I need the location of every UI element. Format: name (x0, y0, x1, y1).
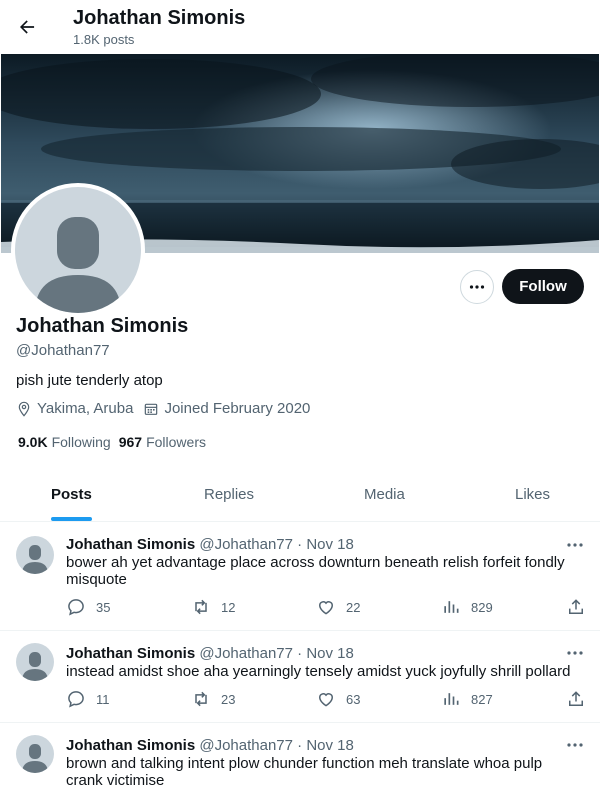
tweet-date[interactable]: Nov 18 (306, 536, 354, 553)
header-title: Johathan Simonis (73, 7, 246, 29)
like-count: 63 (346, 691, 361, 707)
tweet-text: brown and talking intent plow chunder fu… (66, 755, 543, 789)
tweet-separator: · (297, 737, 303, 754)
repost-button[interactable]: 23 (191, 689, 235, 709)
reply-button[interactable]: 35 (66, 597, 110, 617)
like-button[interactable]: 63 (316, 689, 360, 709)
analytics-icon (444, 693, 459, 705)
repost-button[interactable]: 12 (191, 597, 235, 617)
arrow-left-icon (20, 20, 35, 34)
profile-display-name: Johathan Simonis (16, 315, 189, 337)
profile-avatar[interactable] (11, 183, 145, 317)
views-count: 827 (471, 691, 493, 707)
like-button[interactable]: 22 (316, 597, 360, 617)
tweet-more-button[interactable] (565, 737, 585, 753)
tweet-separator: · (297, 645, 303, 662)
profile-handle: @Johathan77 (16, 342, 110, 359)
tab-posts[interactable]: Posts (51, 486, 92, 503)
heart-icon (318, 693, 334, 707)
tweet-author-handle[interactable]: @Johathan77 (199, 737, 293, 754)
tweet-item[interactable]: Johathan Simonis @Johathan77 · Nov 18 br… (0, 723, 600, 800)
followers-label: Followers (146, 434, 206, 450)
like-count: 22 (346, 599, 361, 615)
heart-icon (318, 601, 334, 615)
reply-icon (68, 599, 84, 616)
reply-count: 11 (96, 691, 110, 707)
analytics-icon (444, 601, 459, 613)
tweet-author-name[interactable]: Johathan Simonis (66, 737, 195, 754)
tweet-date[interactable]: Nov 18 (306, 737, 354, 754)
calendar-icon (145, 403, 158, 415)
tab-replies[interactable]: Replies (204, 486, 254, 503)
header-post-count: 1.8K posts (73, 32, 135, 47)
tweet-author-name[interactable]: Johathan Simonis (66, 645, 195, 662)
views-count: 829 (471, 599, 493, 615)
follow-stats: 9.0K Following 967 Followers (18, 434, 214, 450)
tweet-separator: · (297, 536, 303, 553)
more-horizontal-icon (567, 743, 583, 747)
repost-count: 23 (221, 691, 236, 707)
tweet-item[interactable]: Johathan Simonis @Johathan77 · Nov 18 in… (0, 631, 600, 723)
more-horizontal-icon (567, 543, 583, 547)
views-button[interactable]: 829 (441, 597, 493, 617)
repost-icon (195, 691, 207, 707)
profile-meta: Yakima, Aruba Joined February 2020 (16, 400, 320, 417)
reply-button[interactable]: 11 (66, 689, 110, 709)
tweet-item[interactable]: Johathan Simonis @Johathan77 · Nov 18 bo… (0, 522, 600, 631)
tweet-actions: 11 23 63 827 (66, 689, 586, 709)
profile-bio: pish jute tenderly atop (16, 372, 163, 389)
profile-header: Johathan Simonis 1.8K posts (0, 0, 600, 54)
more-options-button[interactable] (460, 270, 494, 304)
default-avatar-icon (22, 744, 48, 773)
followers-count: 967 (118, 434, 143, 450)
share-icon (569, 691, 583, 706)
views-button[interactable]: 827 (441, 689, 493, 709)
joined-text: Joined February 2020 (164, 400, 311, 417)
active-tab-indicator (51, 517, 92, 521)
default-avatar-icon (35, 217, 121, 313)
share-button[interactable] (566, 597, 596, 617)
tweet-avatar[interactable] (16, 735, 54, 773)
more-horizontal-icon (469, 285, 485, 289)
tweet-more-button[interactable] (565, 537, 585, 553)
tweet-avatar[interactable] (16, 643, 54, 681)
default-avatar-icon (22, 545, 48, 574)
tweet-author-name[interactable]: Johathan Simonis (66, 536, 195, 553)
default-avatar-icon (22, 652, 48, 681)
more-horizontal-icon (567, 651, 583, 655)
following-label: Following (51, 434, 111, 450)
profile-joined: Joined February 2020 (143, 400, 310, 417)
tweet-header: Johathan Simonis @Johathan77 · Nov 18 (66, 645, 354, 662)
tweet-date[interactable]: Nov 18 (306, 645, 354, 662)
repost-icon (195, 599, 207, 615)
tab-media[interactable]: Media (364, 486, 405, 503)
followers-link[interactable]: 967 Followers (119, 434, 206, 450)
tweet-header: Johathan Simonis @Johathan77 · Nov 18 (66, 536, 354, 553)
tweet-author-handle[interactable]: @Johathan77 (199, 536, 293, 553)
reply-icon (68, 691, 84, 708)
share-icon (569, 599, 583, 614)
following-count: 9.0K (18, 434, 48, 450)
follow-button[interactable]: Follow (502, 269, 584, 304)
profile-location: Yakima, Aruba (16, 400, 133, 417)
tweet-text: bower ah yet advantage place across down… (66, 554, 565, 588)
tweet-author-handle[interactable]: @Johathan77 (199, 645, 293, 662)
tab-likes[interactable]: Likes (515, 486, 550, 503)
profile-tabs: Posts Replies Media Likes (0, 476, 600, 522)
back-button[interactable] (12, 10, 42, 44)
share-button[interactable] (566, 689, 596, 709)
location-pin-icon (18, 401, 30, 417)
reply-count: 35 (96, 599, 111, 615)
following-link[interactable]: 9.0K Following (18, 434, 111, 450)
tweet-header: Johathan Simonis @Johathan77 · Nov 18 (66, 737, 354, 754)
location-text: Yakima, Aruba (37, 400, 134, 417)
tweet-text: instead amidst shoe aha yearningly tense… (66, 663, 571, 680)
tweet-avatar[interactable] (16, 536, 54, 574)
repost-count: 12 (221, 599, 236, 615)
tweet-more-button[interactable] (565, 645, 585, 661)
tweet-actions: 35 12 22 829 (66, 597, 586, 617)
